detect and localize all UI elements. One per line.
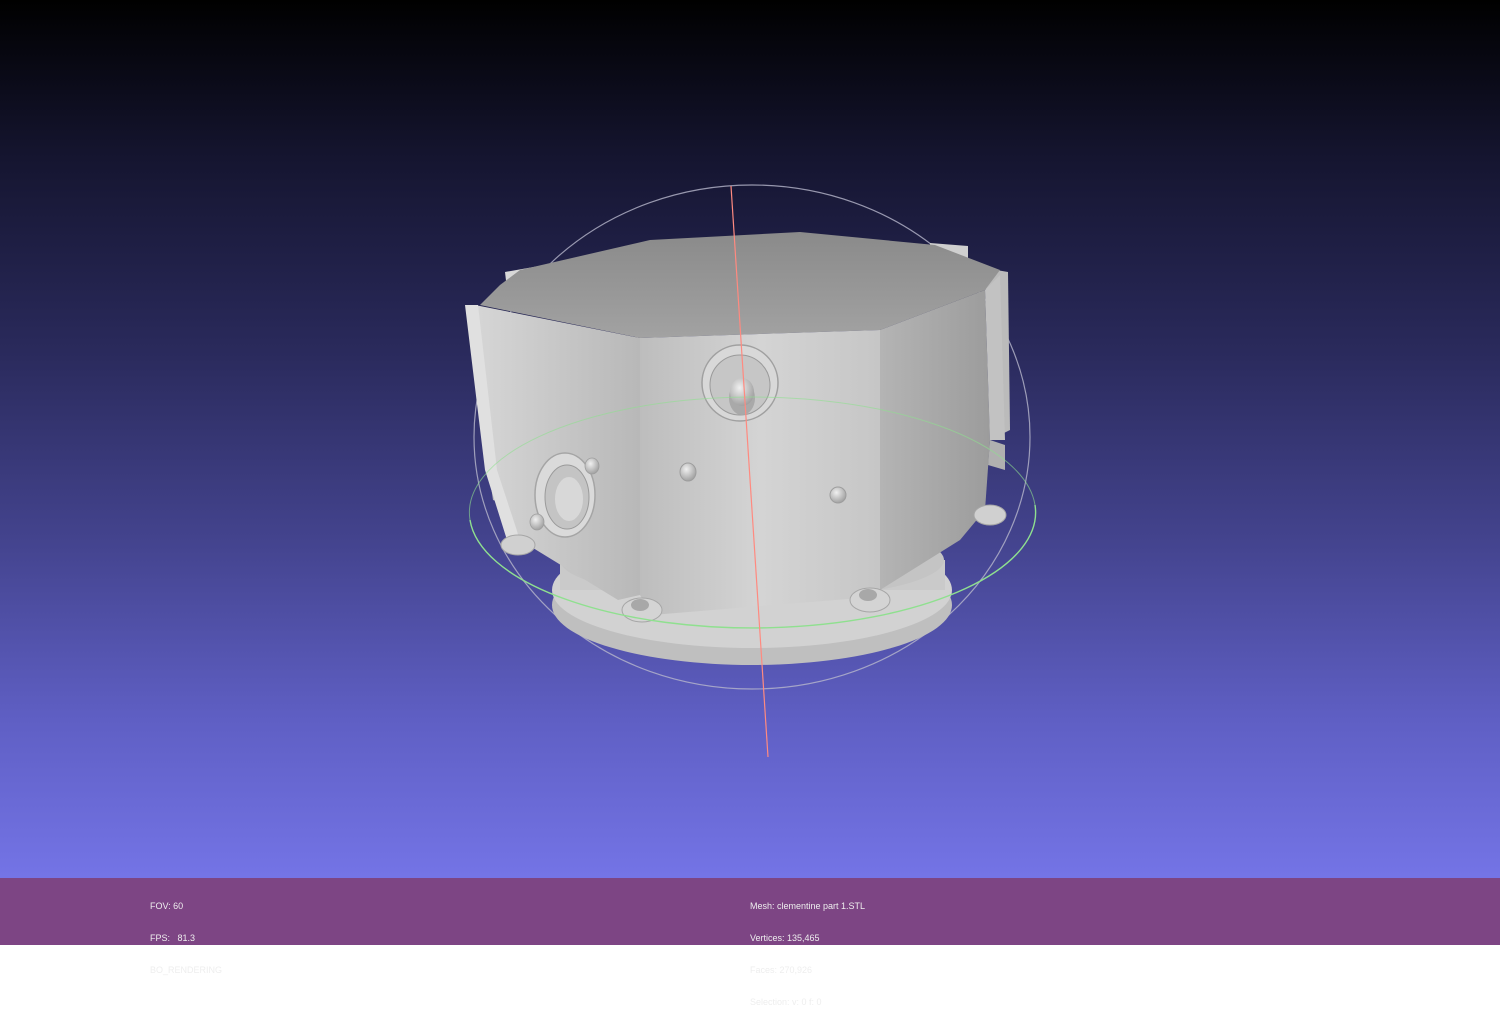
render-info: FOV: 60 FPS: 81.3 BO_RENDERING (150, 880, 222, 997)
mesh-info: Mesh: clementine part 1.STL Vertices: 13… (750, 880, 865, 1028)
render-mode-readout: BO_RENDERING (150, 964, 223, 975)
fps-readout: FPS: 81.3 (150, 932, 196, 943)
vertices-readout: Vertices: 135,465 (750, 932, 820, 943)
status-bar: FOV: 60 FPS: 81.3 BO_RENDERING Mesh: cle… (0, 878, 1500, 1007)
front-port (701, 344, 779, 422)
selection-readout: Selection: v: 0 f: 0 (750, 996, 822, 1007)
mesh-render-canvas[interactable] (0, 0, 1500, 878)
fov-readout: FOV: 60 (150, 901, 184, 912)
left-face (475, 305, 640, 600)
faces-readout: Faces: 270,926 (750, 964, 813, 975)
mesh-name-readout: Mesh: clementine part 1.STL (750, 901, 866, 912)
3d-viewport[interactable] (0, 0, 1500, 878)
